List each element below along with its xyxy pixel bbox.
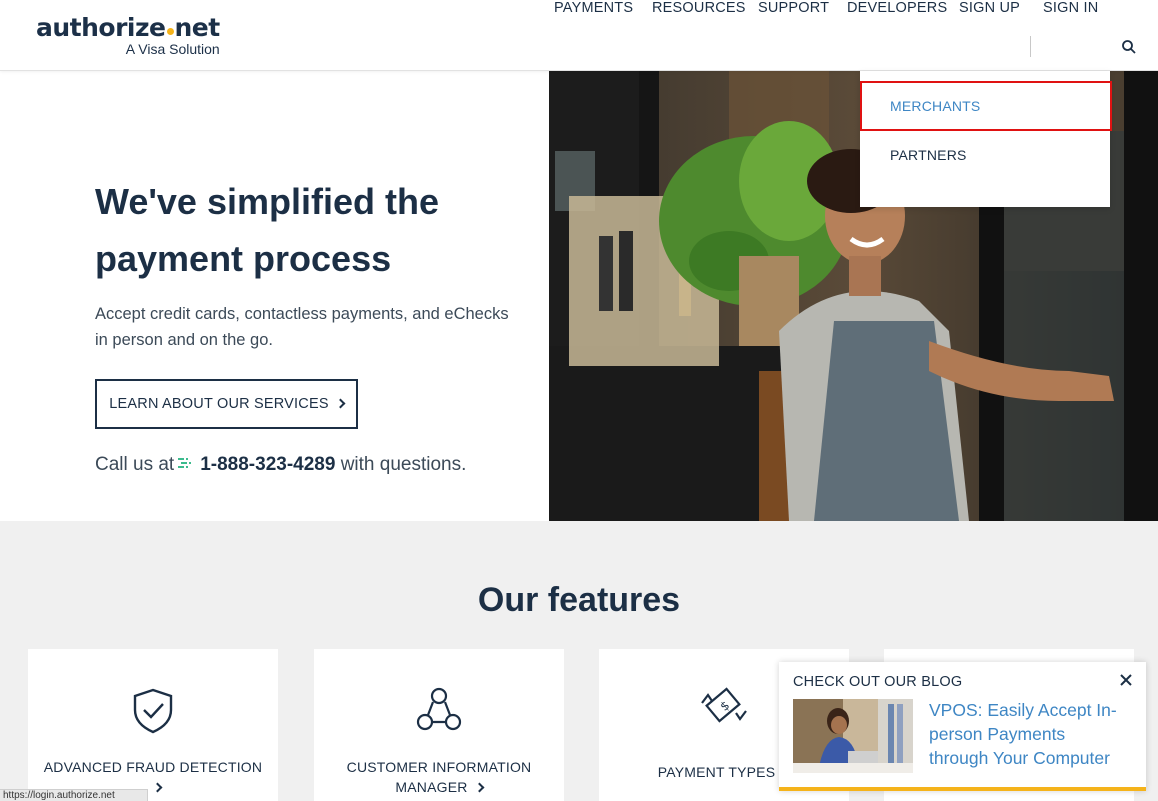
search-icon[interactable] (1121, 39, 1137, 55)
browser-status-bar: https://login.authorize.net (0, 789, 148, 801)
nav-resources[interactable]: RESOURCES (652, 0, 746, 16)
learn-about-services-label: LEARN ABOUT OUR SERVICES (109, 396, 329, 412)
blog-article-link[interactable]: VPOS: Easily Accept In-person Payments t… (929, 698, 1129, 770)
blog-popup: CHECK OUT OUR BLOG VPOS: Easily Accept I… (779, 662, 1146, 791)
logo-text-part1: authorize (36, 13, 166, 42)
chevron-right-icon (152, 782, 162, 793)
close-icon[interactable] (1119, 673, 1133, 687)
chevron-right-icon (335, 398, 346, 409)
nav-developers[interactable]: DEVELOPERS (847, 0, 947, 16)
phone-number-link[interactable]: 1-888-323-4289 (200, 454, 335, 475)
learn-about-services-button[interactable]: LEARN ABOUT OUR SERVICES (95, 379, 358, 429)
chevron-right-icon (474, 782, 485, 793)
shield-check-icon (133, 688, 173, 734)
call-prefix: Call us at (95, 454, 175, 475)
nav-support[interactable]: SUPPORT (758, 0, 829, 16)
customer-network-icon (416, 687, 462, 731)
hero-section: We've simplified the payment process Acc… (0, 71, 549, 521)
hero-subtitle: Accept credit cards, contactless payment… (95, 305, 509, 349)
sign-up-dropdown: MERCHANTS PARTNERS (860, 71, 1112, 207)
feature-label-fraud-text: ADVANCED FRAUD DETECTION (43, 759, 263, 775)
hero-title: We've simplified the payment process (95, 181, 439, 279)
logo-text-part2: net (174, 13, 221, 42)
blog-thumbnail[interactable] (793, 699, 913, 773)
site-header: authorize net A Visa Solution PAYMENTS RE… (0, 0, 1158, 71)
feature-label-cim: CUSTOMER INFORMATION MANAGER (324, 757, 554, 797)
feature-label-payment-types-text: PAYMENT TYPES (657, 764, 776, 780)
nav-divider (1030, 36, 1031, 57)
feature-card-cim[interactable]: CUSTOMER INFORMATION MANAGER (314, 649, 564, 801)
dropdown-item-partners[interactable]: PARTNERS (860, 130, 1110, 180)
nav-sign-in[interactable]: SIGN IN (1043, 0, 1098, 16)
logo-dot (166, 28, 174, 35)
phone-signal-icon (178, 458, 192, 468)
call-us-line: Call us at 1-888-323-4289 with questions… (95, 454, 466, 476)
nav-payments[interactable]: PAYMENTS (554, 0, 633, 16)
feature-card-fraud[interactable]: ADVANCED FRAUD DETECTION (28, 649, 278, 801)
feature-label-cim-text: CUSTOMER INFORMATION MANAGER (346, 759, 532, 795)
blog-heading: CHECK OUT OUR BLOG (793, 674, 963, 690)
authorize-net-logo[interactable]: authorize net A Visa Solution (36, 13, 221, 58)
nav-sign-up[interactable]: SIGN UP (959, 0, 1020, 16)
logo-tagline: A Visa Solution (125, 41, 220, 57)
dropdown-item-merchants[interactable]: MERCHANTS (860, 81, 1112, 131)
call-suffix: with questions. (340, 454, 467, 475)
payment-exchange-icon: $ (701, 687, 747, 723)
features-heading: Our features (477, 581, 681, 619)
